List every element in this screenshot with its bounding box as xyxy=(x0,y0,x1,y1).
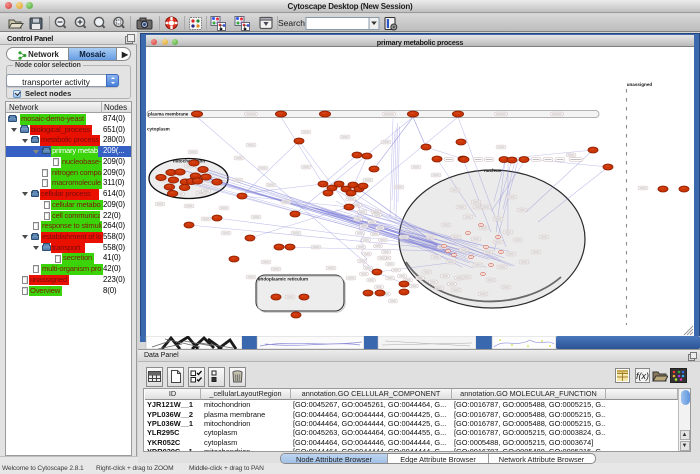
svg-text:endoplasmic reticulum: endoplasmic reticulum xyxy=(258,277,308,282)
svg-text:Search:: Search: xyxy=(278,18,307,28)
svg-text:unassigned: unassigned xyxy=(627,82,653,87)
svg-text:plasma membrane: plasma membrane xyxy=(148,112,189,117)
svg-text:cytoplasm: cytoplasm xyxy=(147,127,170,132)
svg-text:nucleus: nucleus xyxy=(484,168,502,173)
